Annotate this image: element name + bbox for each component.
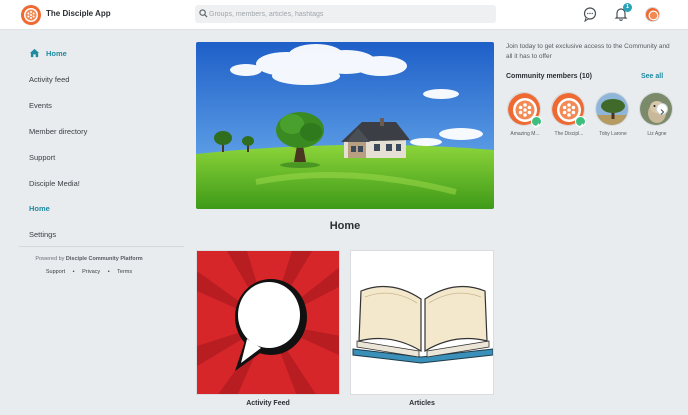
sidebar-item-activity-feed[interactable]: Activity feed: [29, 71, 69, 87]
member-name: Liz Agne: [647, 131, 667, 137]
members-next-button[interactable]: [656, 103, 668, 115]
powered-by-prefix: Powered by: [35, 256, 65, 262]
member-name: The Discipl...: [554, 131, 584, 137]
landscape-image: [196, 42, 494, 209]
speech-bubble-icon: [197, 251, 339, 394]
verified-check-icon: [531, 116, 542, 129]
footer-separator: •: [72, 269, 75, 275]
powered-by-text: Powered by Disciple Community Platform: [19, 256, 159, 262]
sidebar-item-home[interactable]: Home: [46, 45, 67, 61]
member-avatar[interactable]: [595, 92, 629, 126]
join-community-text: Join today to get exclusive access to th…: [506, 43, 670, 60]
articles-card-label[interactable]: Articles: [350, 400, 494, 407]
open-book-icon: [352, 285, 493, 364]
app-logo[interactable]: [21, 5, 41, 25]
sidebar-item-member-directory[interactable]: Member directory: [29, 123, 87, 139]
app-title[interactable]: The Disciple App: [46, 9, 111, 18]
activity-feed-card[interactable]: [196, 250, 340, 395]
search-bar[interactable]: [195, 5, 496, 23]
notification-count-badge: 1: [623, 3, 632, 12]
articles-card[interactable]: [350, 250, 494, 395]
tree-photo-icon: [596, 93, 628, 125]
sidebar-item-settings[interactable]: Settings: [29, 226, 56, 242]
member-name: Toby Larone: [599, 131, 627, 137]
logo-icon: [24, 8, 38, 22]
footer-link-support[interactable]: Support: [46, 269, 65, 275]
avatar-icon: [646, 8, 659, 21]
member-name: Amazing M...: [510, 131, 540, 137]
verified-check-icon: [575, 116, 586, 129]
user-avatar[interactable]: [645, 7, 660, 22]
home-icon: [29, 48, 40, 58]
activity-feed-card-label[interactable]: Activity Feed: [196, 400, 340, 407]
powered-by-name: Disciple Community Platform: [65, 256, 143, 262]
community-members-title: Community members (10): [506, 73, 592, 80]
page-title: Home: [329, 220, 361, 232]
hero-banner-image: [196, 42, 494, 209]
notifications-button[interactable]: 1: [613, 3, 632, 22]
sidebar-item-events[interactable]: Events: [29, 97, 52, 113]
sidebar-item-support[interactable]: Support: [29, 149, 55, 165]
footer-links: Support • Privacy • Terms: [19, 269, 159, 275]
search-input[interactable]: [209, 7, 489, 21]
search-icon: [199, 9, 208, 18]
messages-button[interactable]: [582, 6, 598, 23]
footer-separator: •: [107, 269, 110, 275]
top-header: The Disciple App 1: [0, 0, 688, 30]
sidebar-item-disciple-media[interactable]: Disciple Media!: [29, 175, 80, 191]
chevron-right-icon: [660, 109, 665, 115]
footer-link-terms[interactable]: Terms: [117, 269, 132, 275]
see-all-members-link[interactable]: See all: [641, 73, 663, 80]
sidebar-item-home-page[interactable]: Home: [29, 200, 50, 216]
chat-bubble-icon: [583, 7, 597, 23]
footer-link-privacy[interactable]: Privacy: [82, 269, 100, 275]
sidebar-divider: [19, 246, 184, 247]
